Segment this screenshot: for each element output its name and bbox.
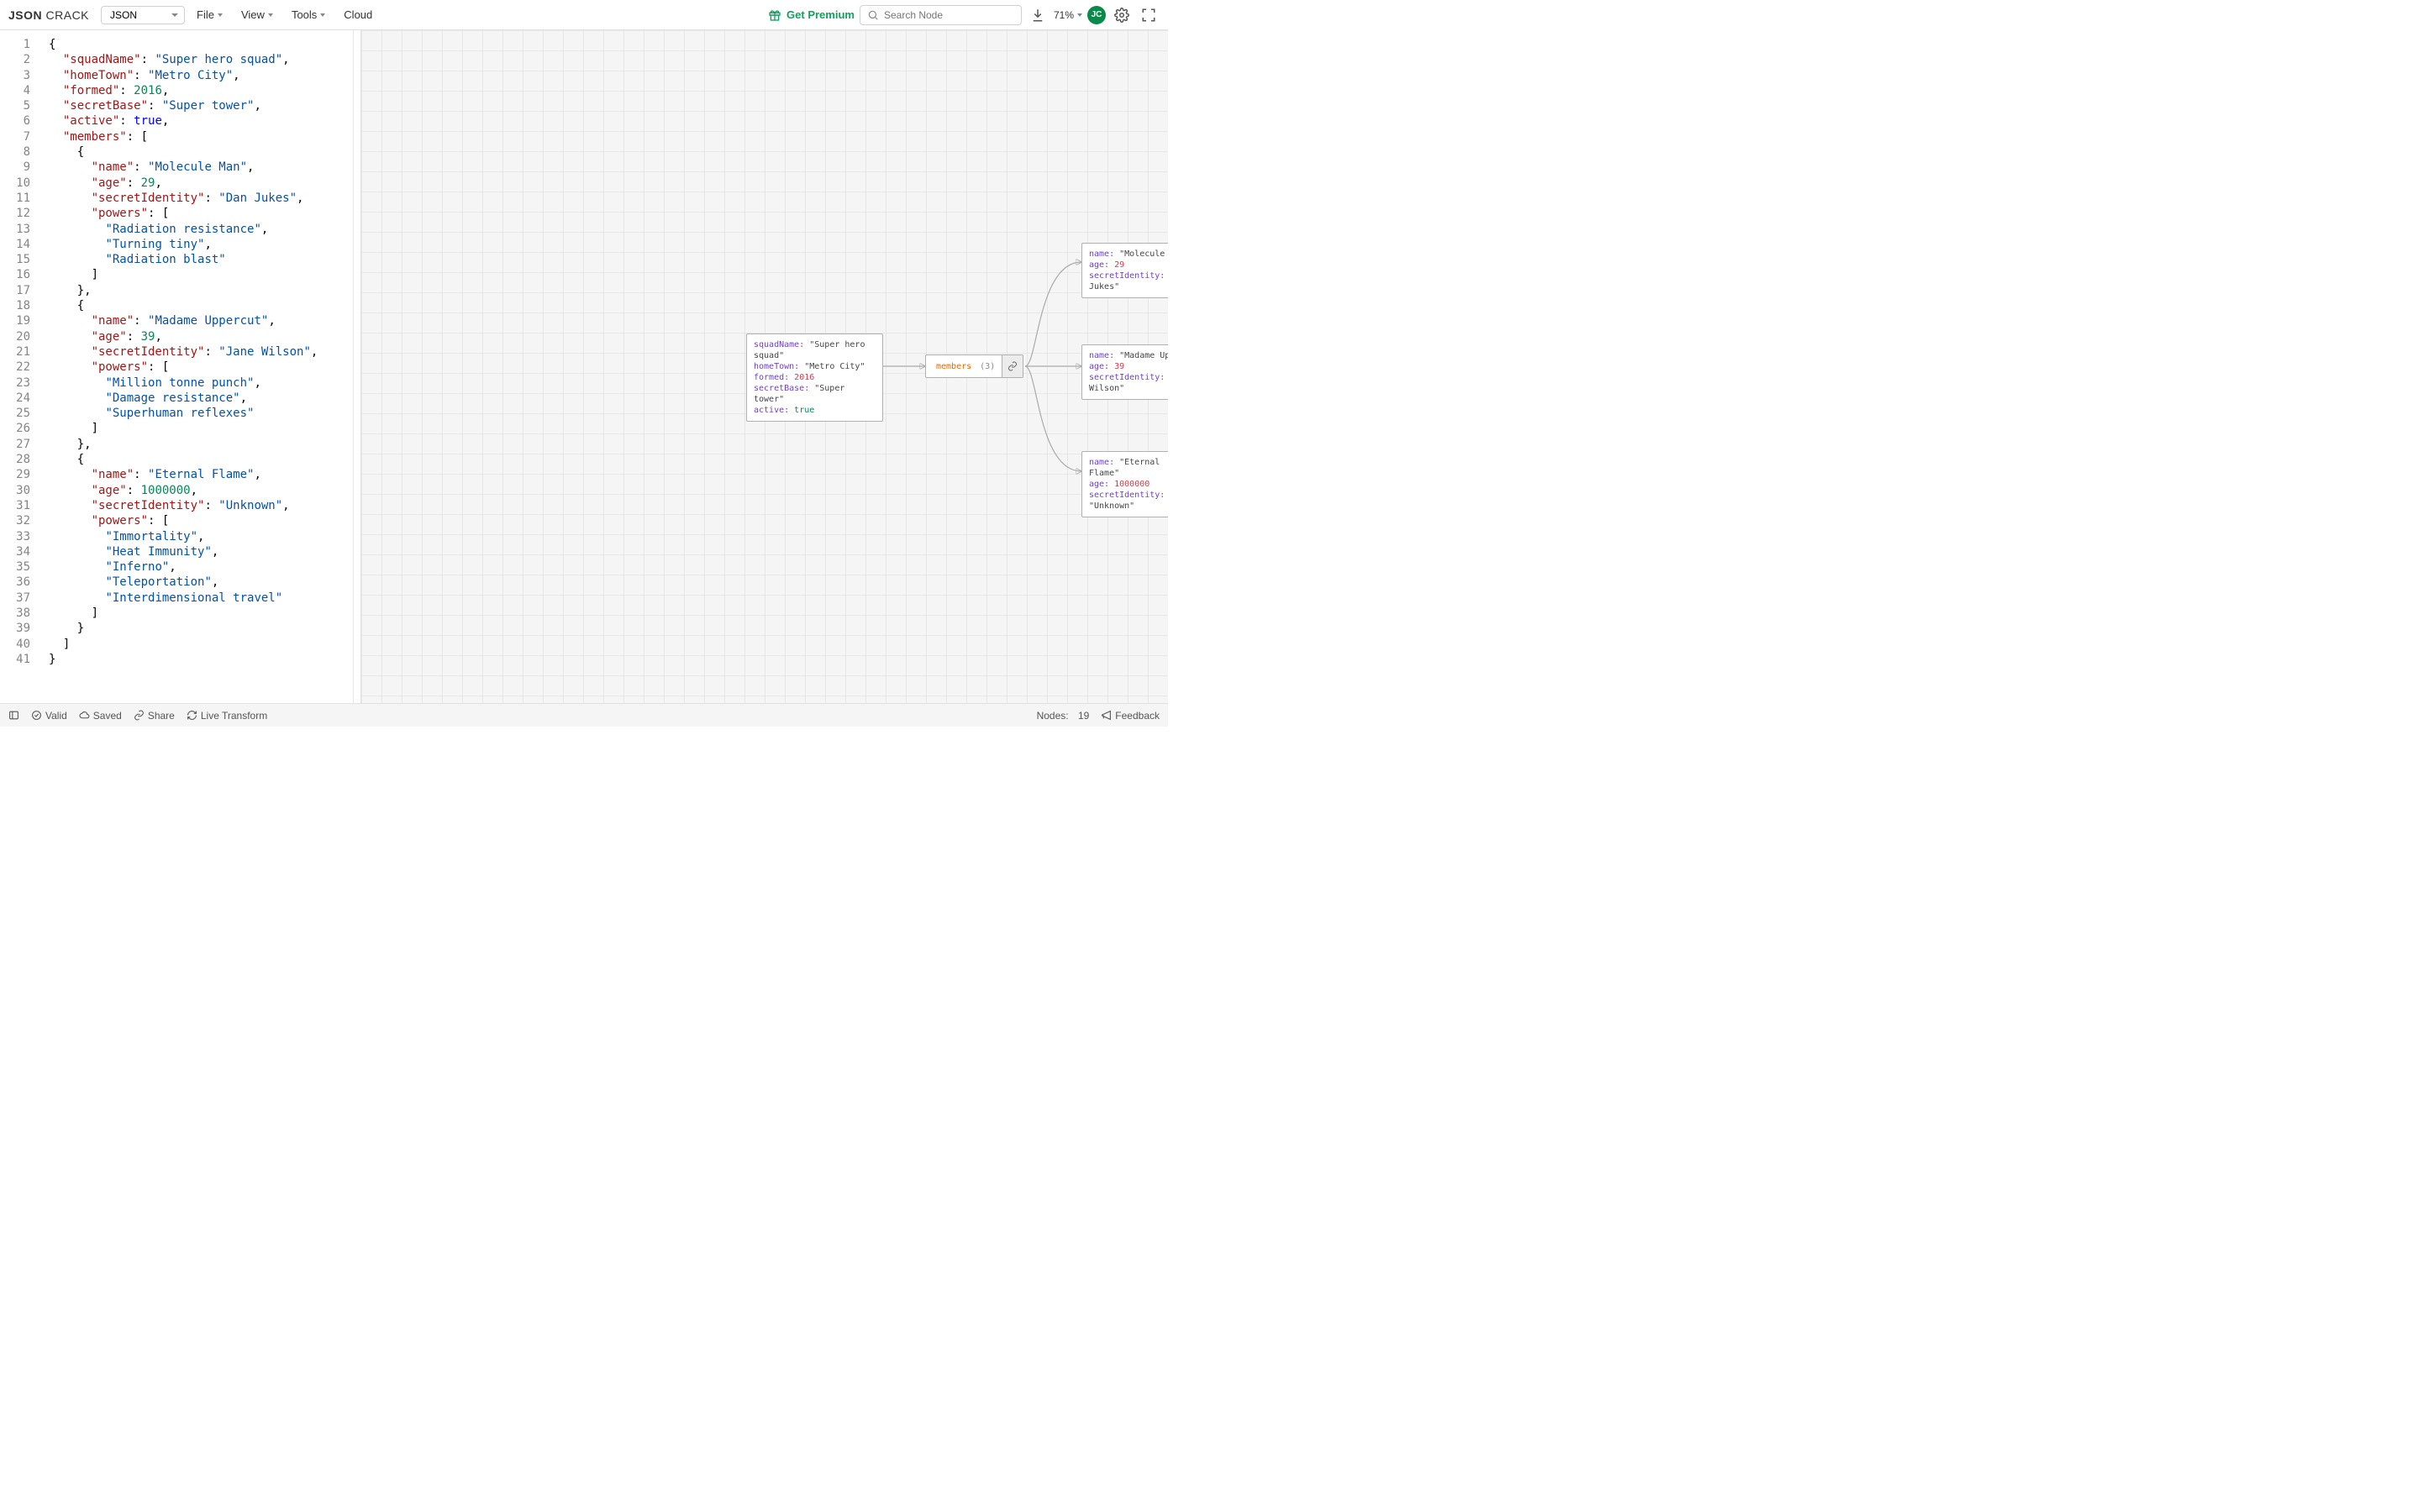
format-select-wrap: JSON [101, 6, 185, 24]
megaphone-icon [1101, 710, 1112, 721]
code-content[interactable]: { "squadName": "Super hero squad", "home… [39, 30, 360, 703]
menu-file-label: File [197, 8, 214, 21]
cloud-icon [79, 710, 90, 721]
logo: JSON CRACK [8, 8, 89, 22]
menu-cloud[interactable]: Cloud [337, 5, 379, 24]
graph-object-node[interactable]: name: "Eternal Flame"age: 1000000secretI… [1081, 451, 1168, 517]
status-valid: Valid [31, 710, 67, 722]
settings-button[interactable] [1111, 4, 1133, 26]
logo-text-a: JSON [8, 8, 42, 22]
menu-view[interactable]: View [234, 5, 280, 24]
avatar[interactable]: JC [1087, 6, 1106, 24]
line-gutter: 1234567891011121314151617181920212223242… [0, 30, 39, 703]
share-label: Share [148, 710, 175, 722]
chevron-down-icon [268, 13, 273, 17]
editor-scrollbar[interactable] [353, 30, 354, 703]
toggle-sidebar-button[interactable] [8, 710, 19, 721]
graph-object-node[interactable]: name: "Madame Uppercut"age: 39secretIden… [1081, 344, 1168, 400]
zoom-control[interactable]: 71% [1054, 9, 1082, 21]
download-icon [1030, 8, 1045, 23]
search-input[interactable] [884, 9, 1014, 21]
valid-label: Valid [45, 710, 67, 722]
menu-tools[interactable]: Tools [285, 5, 332, 24]
graph-object-node[interactable]: name: "Molecule Man"age: 29secretIdentit… [1081, 243, 1168, 298]
feedback-label: Feedback [1115, 710, 1160, 722]
menu-view-label: View [241, 8, 265, 21]
footer: Valid Saved Share Live Transform Nodes: … [0, 703, 1168, 727]
live-transform-button[interactable]: Live Transform [187, 710, 267, 722]
expand-link-button[interactable] [1002, 355, 1023, 377]
menu-cloud-label: Cloud [344, 8, 372, 21]
download-button[interactable] [1027, 4, 1049, 26]
search-box[interactable] [860, 5, 1022, 25]
panel-icon [8, 710, 19, 721]
chevron-down-icon [320, 13, 325, 17]
graph-array-node[interactable]: members(3) [925, 354, 1023, 378]
header: JSON CRACK JSON File View Tools Cloud Ge… [0, 0, 1168, 30]
get-premium-button[interactable]: Get Premium [768, 8, 855, 22]
code-editor[interactable]: 1234567891011121314151617181920212223242… [0, 30, 361, 703]
feedback-button[interactable]: Feedback [1101, 710, 1160, 722]
gift-icon [768, 8, 781, 22]
menu-tools-label: Tools [292, 8, 317, 21]
format-select[interactable]: JSON [101, 6, 185, 24]
live-label: Live Transform [201, 710, 267, 722]
saved-label: Saved [93, 710, 122, 722]
zoom-label: 71% [1054, 9, 1074, 21]
check-circle-icon [31, 710, 42, 721]
gear-icon [1114, 8, 1129, 23]
fullscreen-button[interactable] [1138, 4, 1160, 26]
link-icon [134, 710, 145, 721]
nodes-label: Nodes: [1037, 710, 1069, 722]
fullscreen-icon [1141, 8, 1156, 23]
logo-text-b: CRACK [46, 8, 90, 22]
graph-object-node[interactable]: squadName: "Super hero squad"homeTown: "… [746, 333, 883, 422]
main: 1234567891011121314151617181920212223242… [0, 30, 1168, 703]
chevron-down-icon [1077, 13, 1082, 17]
premium-label: Get Premium [786, 8, 855, 21]
share-button[interactable]: Share [134, 710, 175, 722]
menu-file[interactable]: File [190, 5, 229, 24]
chevron-down-icon [218, 13, 223, 17]
refresh-icon [187, 710, 197, 721]
nodes-value: 19 [1078, 710, 1089, 722]
search-icon [867, 9, 879, 21]
graph-canvas[interactable]: squadName: "Super hero squad"homeTown: "… [361, 30, 1168, 703]
status-saved: Saved [79, 710, 122, 722]
nodes-count: Nodes: 19 [1037, 710, 1090, 722]
